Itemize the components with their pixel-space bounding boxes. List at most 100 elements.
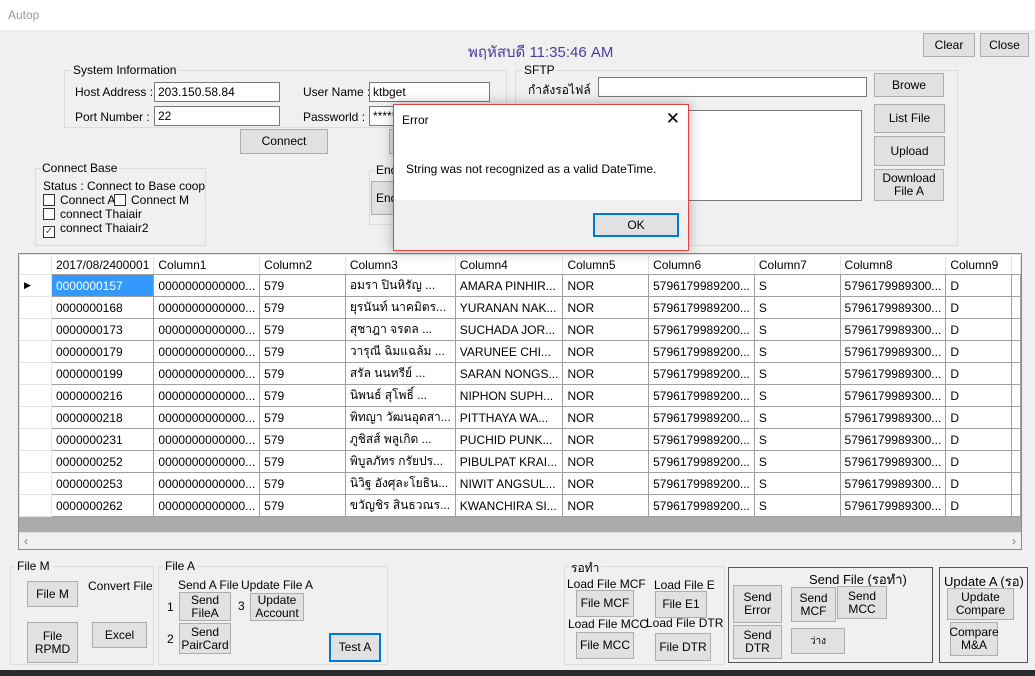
- send-error-button[interactable]: Send Error: [733, 585, 782, 623]
- table-row[interactable]: 0000000179 0000000000000... 579 วารุณี ฉิมแ…: [19, 340, 1021, 363]
- row-header[interactable]: [19, 494, 52, 517]
- table-cell[interactable]: 0000000218: [50, 406, 155, 429]
- file-m-button[interactable]: File M: [27, 581, 78, 607]
- table-cell[interactable]: 0000000000000...: [153, 296, 261, 319]
- table-cell[interactable]: 579: [259, 340, 346, 363]
- table-cell[interactable]: 0000000000000...: [153, 450, 261, 473]
- table-cell[interactable]: NOR: [562, 472, 650, 495]
- table-cell[interactable]: NOR: [562, 428, 650, 451]
- connect-thaiair2-checkbox[interactable]: ✓ connect Thaiair2: [43, 221, 149, 238]
- table-row[interactable]: 0000000168 0000000000000... 579 ยุรนันท์ นา…: [19, 296, 1021, 319]
- send-filea-button[interactable]: Send FileA: [179, 592, 231, 621]
- table-cell[interactable]: อมรา ปินหิรัญ ...: [344, 274, 456, 297]
- username-input[interactable]: ktbget: [369, 82, 490, 102]
- table-cell[interactable]: D: [945, 472, 1012, 495]
- table-cell[interactable]: 579: [259, 450, 346, 473]
- table-cell[interactable]: 5796179989300...: [839, 428, 947, 451]
- table-cell[interactable]: NOR: [562, 384, 650, 407]
- table-cell[interactable]: 0000000000000...: [153, 362, 261, 385]
- table-cell[interactable]: NOR: [562, 296, 650, 319]
- table-cell[interactable]: 5796179989200...: [648, 340, 755, 363]
- table-cell[interactable]: PUCHID PUNK...: [454, 428, 564, 451]
- table-cell[interactable]: 0000000000000...: [153, 494, 261, 517]
- table-row[interactable]: 0000000262 0000000000000... 579 ขวัญชิร สิน…: [19, 494, 1021, 517]
- table-cell[interactable]: NIPHON SUPH...: [454, 384, 564, 407]
- table-cell[interactable]: 5796179989300...: [839, 450, 947, 473]
- send-mcf-button[interactable]: Send MCF: [791, 587, 836, 622]
- table-cell[interactable]: NOR: [562, 406, 650, 429]
- column-header[interactable]: Column2: [259, 254, 346, 275]
- file-dtr-button[interactable]: File DTR: [655, 633, 711, 661]
- table-cell[interactable]: D: [945, 428, 1012, 451]
- table-row[interactable]: 0000000252 0000000000000... 579 พิบูลภัทร ก…: [19, 450, 1021, 473]
- table-cell[interactable]: NOR: [562, 340, 650, 363]
- table-cell[interactable]: 5796179989300...: [839, 406, 947, 429]
- table-cell[interactable]: 0000000000000...: [153, 318, 261, 341]
- table-row[interactable]: 0000000218 0000000000000... 579 พิทญา วัฒนอ…: [19, 406, 1021, 429]
- upload-button[interactable]: Upload: [874, 136, 945, 166]
- browse-button[interactable]: Browe: [874, 73, 944, 97]
- table-cell[interactable]: S: [753, 362, 841, 385]
- column-header[interactable]: Column9: [945, 254, 1012, 275]
- table-cell[interactable]: นิพนธ์ สุโพธิ์ ...: [344, 384, 456, 407]
- table-cell[interactable]: 579: [259, 318, 346, 341]
- table-cell[interactable]: 5796179989200...: [648, 296, 755, 319]
- table-cell[interactable]: 0000000000000...: [153, 428, 261, 451]
- table-cell[interactable]: 0000000157: [50, 274, 155, 297]
- table-cell[interactable]: 5796179989200...: [648, 428, 755, 451]
- table-cell[interactable]: VARUNEE CHI...: [454, 340, 564, 363]
- table-cell[interactable]: สรัล นนทรีย์ ...: [344, 362, 456, 385]
- column-header[interactable]: Column3: [344, 254, 456, 275]
- row-header[interactable]: [19, 406, 52, 429]
- table-cell[interactable]: D: [945, 362, 1012, 385]
- file-mcc-button[interactable]: File MCC: [576, 632, 634, 659]
- row-header[interactable]: ▶: [19, 274, 52, 297]
- table-cell[interactable]: D: [945, 384, 1012, 407]
- table-cell[interactable]: YURANAN NAK...: [454, 296, 564, 319]
- horizontal-scrollbar[interactable]: ‹ ›: [19, 532, 1021, 549]
- table-cell[interactable]: PITTHAYA WA...: [454, 406, 564, 429]
- send-paircard-button[interactable]: Send PairCard: [179, 623, 231, 654]
- table-cell[interactable]: PIBULPAT KRAI...: [454, 450, 564, 473]
- data-grid[interactable]: 2017/08/2400001 Column1 Column2 Column3 Colu…: [18, 253, 1022, 550]
- table-cell[interactable]: 5796179989200...: [648, 406, 755, 429]
- row-header[interactable]: [19, 450, 52, 473]
- table-row[interactable]: ▶ 0000000157 0000000000000... 579 อมรา ปินหิ…: [19, 274, 1021, 297]
- table-cell[interactable]: NOR: [562, 274, 650, 297]
- table-cell[interactable]: สุชาฎา จรดล ...: [344, 318, 456, 341]
- column-header[interactable]: 2017/08/2400001: [50, 254, 155, 275]
- column-header[interactable]: Column8: [839, 254, 947, 275]
- update-compare-button[interactable]: Update Compare: [947, 588, 1014, 620]
- row-header[interactable]: [19, 472, 52, 495]
- connect-thaiair-checkbox[interactable]: connect Thaiair: [43, 207, 142, 221]
- table-cell[interactable]: 0000000000000...: [153, 406, 261, 429]
- ok-button[interactable]: OK: [593, 213, 679, 237]
- table-cell[interactable]: NIWIT ANGSUL...: [454, 472, 564, 495]
- table-cell[interactable]: 579: [259, 472, 346, 495]
- table-cell[interactable]: S: [753, 274, 841, 297]
- table-cell[interactable]: 0000000000000...: [153, 340, 261, 363]
- connect-m-checkbox[interactable]: Connect M: [114, 193, 189, 207]
- table-cell[interactable]: 5796179989200...: [648, 384, 755, 407]
- table-cell[interactable]: SARAN NONGS...: [454, 362, 564, 385]
- table-cell[interactable]: D: [945, 450, 1012, 473]
- table-cell[interactable]: 0000000253: [50, 472, 155, 495]
- table-cell[interactable]: 0000000000000...: [153, 274, 261, 297]
- table-cell[interactable]: 579: [259, 274, 346, 297]
- table-cell[interactable]: NOR: [562, 362, 650, 385]
- table-cell[interactable]: D: [945, 296, 1012, 319]
- list-file-button[interactable]: List File: [874, 104, 945, 133]
- file-rpmd-button[interactable]: File RPMD: [27, 622, 78, 663]
- empty-button[interactable]: ว่าง: [791, 628, 845, 654]
- waiting-file-input[interactable]: [598, 77, 867, 97]
- table-cell[interactable]: 5796179989200...: [648, 362, 755, 385]
- table-cell[interactable]: 579: [259, 428, 346, 451]
- table-cell[interactable]: 5796179989200...: [648, 494, 755, 517]
- compare-ma-button[interactable]: Compare M&A: [949, 622, 999, 656]
- table-cell[interactable]: พิทญา วัฒนอุดสา...: [344, 406, 456, 429]
- table-cell[interactable]: ขวัญชิร สินธวณร...: [344, 494, 456, 517]
- table-cell[interactable]: 5796179989300...: [839, 318, 947, 341]
- column-header[interactable]: Column7: [753, 254, 841, 275]
- table-cell[interactable]: วารุณี ฉิมแฉล้ม ...: [344, 340, 456, 363]
- table-cell[interactable]: S: [753, 472, 841, 495]
